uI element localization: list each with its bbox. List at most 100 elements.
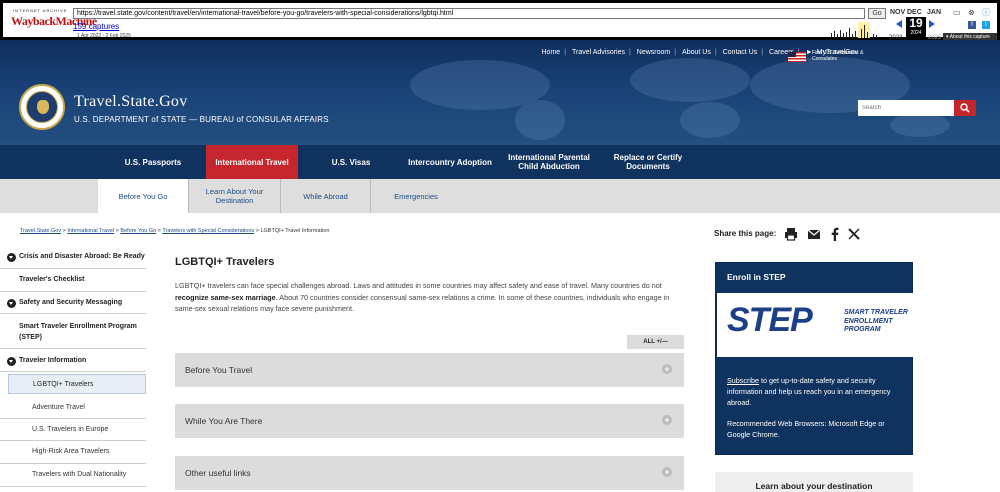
main-nav: U.S. Passports International Travel U.S.… (0, 145, 1000, 179)
breadcrumb-link[interactable]: Before You Go (120, 228, 156, 234)
subscribe-link[interactable]: Subscribe (727, 376, 759, 385)
plus-icon: + (662, 415, 672, 425)
site-header: Home | Travel Advisories | Newsroom | About… (0, 40, 1000, 145)
accordion-title: Before You Travel (185, 365, 253, 375)
wayback-date-range: 1 Apr 2022 - 2 Feb 2025 (77, 33, 131, 39)
help-icon[interactable]: ⓘ (982, 8, 990, 17)
destination-card-heading: Learn about your destination (755, 481, 873, 491)
wayback-captures-link[interactable]: 159 captures (73, 22, 119, 31)
utility-link-advisories[interactable]: Travel Advisories (572, 49, 625, 56)
nav-parental-child-abduction[interactable]: International Parental Child Abduction (498, 145, 600, 179)
sidebar-item-travelers-checklist[interactable]: Traveler's Checklist (0, 269, 146, 292)
collapse-icon (7, 299, 16, 308)
site-title[interactable]: Travel.State.Gov (74, 93, 188, 111)
wayback-toolbar: INTERNET ARCHIVE WaybackMachine https://… (0, 0, 1000, 41)
search-box (858, 100, 976, 116)
wayback-logo-top: INTERNET ARCHIVE (13, 8, 68, 13)
subnav-before-you-go[interactable]: Before You Go (98, 179, 189, 213)
utility-link-contact[interactable]: Contact Us (723, 49, 758, 56)
intro-text: LGBTQI+ travelers can face special chall… (175, 281, 662, 290)
utility-link-home[interactable]: Home (542, 49, 561, 56)
utility-link-newsroom[interactable]: Newsroom (637, 49, 670, 56)
intro-link-same-sex-marriage[interactable]: recognize same-sex marriage (175, 293, 276, 302)
nav-international-travel[interactable]: International Travel (206, 145, 298, 179)
sidebar-item-label: Traveler's Checklist (19, 276, 85, 283)
breadcrumb: Travel.State.Gov > International Travel … (20, 228, 330, 234)
capture-sparkline[interactable] (733, 22, 888, 38)
step-logo-subtext: SMART TRAVELER ENROLLMENT PROGRAM (844, 309, 908, 333)
step-enroll-card: Enroll in STEP STEP SMART TRAVELER ENROL… (715, 262, 913, 455)
accordion-other-useful-links[interactable]: Other useful links + (175, 456, 684, 490)
print-icon[interactable] (784, 227, 798, 241)
nav-intercountry-adoption[interactable]: Intercountry Adoption (404, 145, 496, 179)
sidebar-item-label: High-Risk Area Travelers (32, 448, 110, 455)
step-card-body: Subscribe to get up-to-date safety and s… (727, 375, 907, 408)
embassy-label: Find U.S. Embassies & Consulates (812, 50, 864, 62)
wayback-calendar-nav: NOV DEC JAN 19 2024 2023 2025 (889, 7, 943, 41)
step-logo[interactable]: STEP SMART TRAVELER ENROLLMENT PROGRAM (717, 293, 913, 357)
plus-icon: + (662, 467, 672, 477)
step-logo-text: STEP (727, 301, 813, 339)
step-card-heading: Enroll in STEP (727, 272, 786, 282)
search-icon (960, 103, 970, 113)
nav-replace-certify-documents[interactable]: Replace or Certify Documents (600, 145, 696, 179)
sidebar-item-adventure-travel[interactable]: Adventure Travel (0, 396, 146, 419)
share-label: Share this page: (714, 229, 777, 238)
accordion-while-you-are-there[interactable]: While You Are There + (175, 404, 684, 438)
facebook-icon[interactable] (828, 227, 842, 241)
sidebar-item-safety-security[interactable]: Safety and Security Messaging (0, 292, 146, 314)
breadcrumb-link[interactable]: Travel.State.Gov (20, 228, 61, 234)
sidebar-item-lgbtqi-travelers[interactable]: LGBTQI+ Travelers (8, 374, 146, 394)
wayback-url-input[interactable]: https://travel.state.gov/content/travel/… (73, 8, 865, 19)
sidebar-item-traveler-information[interactable]: Traveler Information (0, 349, 146, 372)
accordion-title: While You Are There (185, 416, 263, 426)
subnav-emergencies[interactable]: Emergencies (371, 179, 461, 213)
embassy-link[interactable]: Find U.S. Embassies & Consulates (788, 50, 868, 64)
us-flag-icon (788, 52, 806, 62)
breadcrumb-link[interactable]: Travelers with Special Considerations (162, 228, 254, 234)
prev-capture-arrow-icon[interactable] (896, 20, 902, 28)
nav-us-passports[interactable]: U.S. Passports (100, 145, 206, 179)
expand-all-button[interactable]: ALL +/— (627, 335, 684, 349)
wayback-go-button[interactable]: Go (868, 8, 886, 19)
sidebar-item-label: LGBTQI+ Travelers (33, 381, 94, 388)
sidebar-item-travelers-europe[interactable]: U.S. Travelers in Europe (0, 419, 146, 441)
collapse-icon (7, 357, 16, 366)
sidebar-item-label: Crisis and Disaster Abroad: Be Ready (19, 253, 145, 260)
x-twitter-icon[interactable] (847, 227, 861, 241)
facebook-icon[interactable]: f (968, 21, 976, 29)
window-icon[interactable]: ▭ (953, 8, 961, 17)
prev-month-label[interactable]: NOV (890, 9, 905, 16)
search-button[interactable] (954, 100, 976, 116)
accordion-before-you-travel[interactable]: Before You Travel + (175, 353, 684, 387)
close-icon[interactable]: ⊗ (968, 8, 975, 17)
next-month-label[interactable]: JAN (927, 9, 941, 16)
wayback-logo[interactable]: INTERNET ARCHIVE WaybackMachine (9, 8, 97, 34)
current-month-label: DEC (907, 9, 922, 16)
current-capture-date: 19 2024 (906, 17, 926, 39)
subnav-while-abroad[interactable]: While Abroad (281, 179, 371, 213)
share-bar: Share this page: (714, 227, 874, 241)
step-browser-note: Recommended Web Browsers: Microsoft Edge… (727, 419, 885, 439)
sidebar-item-high-risk[interactable]: High-Risk Area Travelers (0, 441, 146, 464)
state-department-seal[interactable] (19, 84, 65, 130)
breadcrumb-link[interactable]: International Travel (67, 228, 114, 234)
twitter-icon[interactable]: t (982, 21, 990, 29)
site-subtitle: U.S. DEPARTMENT of STATE — BUREAU of CON… (74, 115, 329, 124)
plus-icon: + (662, 364, 672, 374)
sidebar-item-crisis-disaster[interactable]: Crisis and Disaster Abroad: Be Ready (0, 246, 146, 269)
sidebar-item-label: Travelers with Dual Nationality (32, 471, 127, 478)
capture-year: 2024 (910, 30, 922, 36)
utility-link-about[interactable]: About Us (682, 49, 711, 56)
search-input[interactable] (858, 100, 954, 116)
nav-us-visas[interactable]: U.S. Visas (298, 145, 404, 179)
sidebar-item-dual-nationality[interactable]: Travelers with Dual Nationality (0, 464, 146, 487)
email-icon[interactable] (807, 227, 821, 241)
next-capture-arrow-icon[interactable] (929, 20, 935, 28)
page-title: LGBTQI+ Travelers (175, 256, 275, 268)
eagle-icon (37, 100, 49, 114)
capture-day: 19 (909, 16, 923, 30)
sidebar-item-label: Adventure Travel (32, 404, 85, 411)
sidebar-item-step[interactable]: Smart Traveler Enrollment Program (STEP) (0, 314, 146, 349)
subnav-learn-destination[interactable]: Learn About Your Destination (189, 179, 281, 213)
